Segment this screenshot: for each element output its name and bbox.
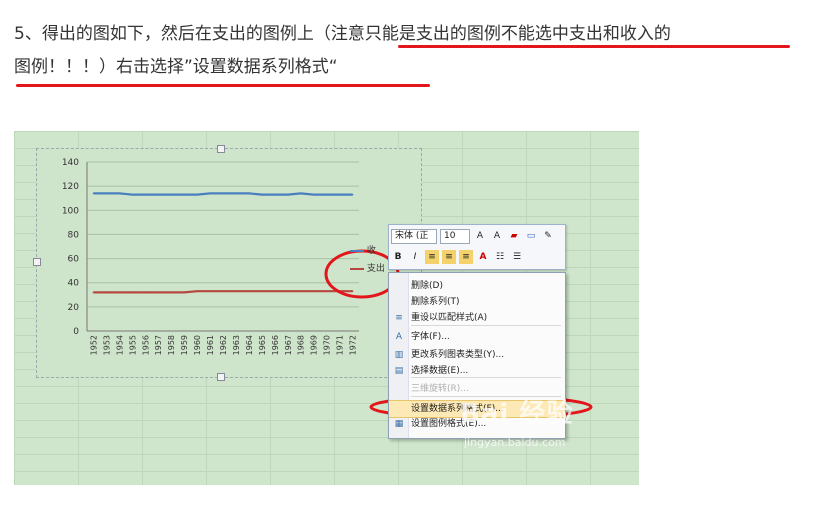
legend-label-income: 收 <box>366 246 376 256</box>
italic-button[interactable]: I <box>408 250 422 264</box>
watermark-brand: Bai 经验 <box>460 399 574 429</box>
excel-screenshot: 0 20 40 60 80 100 120 140 1952 1953 1954 1955 1956 19… <box>14 131 639 485</box>
red-underline-1 <box>398 45 790 48</box>
menu-item-icon: A <box>395 332 403 342</box>
legend-entry-expense[interactable]: 支出 <box>350 261 390 275</box>
menu-item-label: 删除(D) <box>411 281 443 291</box>
font-name-field[interactable]: 宋体 (正 <box>391 228 437 244</box>
menu-item-label: 重设以匹配样式(A) <box>411 313 488 323</box>
menu-item-label: 删除系列(T) <box>411 297 460 307</box>
menu-separator <box>411 325 561 326</box>
legend-label-expense: 支出 <box>366 264 385 274</box>
instruction-part3: 图例！！！） <box>14 57 116 77</box>
menu-separator <box>411 377 561 378</box>
instruction-part4: 右击选择”设置数据系列格式“ <box>116 57 338 77</box>
legend-entry-income[interactable]: 收 <box>350 243 390 257</box>
bold-button[interactable]: B <box>391 250 405 264</box>
context-menu-item[interactable]: ▥ 更改系列图表类型(Y)... <box>389 347 565 363</box>
red-underline-2 <box>16 84 430 87</box>
menu-item-label: 更改系列图表类型(Y)... <box>411 350 505 360</box>
indent-icon[interactable]: ☰ <box>510 250 524 264</box>
instruction-part1: 5、得出的图如下，然后在支出的图例上（ <box>14 24 331 44</box>
fill-color-icon[interactable]: ▰ <box>507 229 521 243</box>
align-left-icon[interactable]: ≡ <box>425 250 439 264</box>
mini-toolbar: 宋体 (正 10 A A ▰ ▭ ✎ B I ≡ ≡ ≡ A ☷ ☰ <box>388 224 566 270</box>
instruction-paragraph: 5、得出的图如下，然后在支出的图例上（注意只能是支出的图例不能选中支出和收入的 … <box>14 18 814 84</box>
menu-item-icon: ▥ <box>394 350 404 360</box>
format-painter-icon[interactable]: ✎ <box>541 229 555 243</box>
menu-item-label: 字体(F)... <box>411 332 450 342</box>
context-menu-item[interactable]: ≡ 重设以匹配样式(A) <box>389 310 565 326</box>
legend-swatch-income <box>350 249 364 252</box>
menu-item-icon: ▦ <box>394 419 404 429</box>
baidu-watermark-url: jingyan.baidu.com <box>464 436 566 449</box>
context-menu-item[interactable]: 删除(D) <box>389 278 565 294</box>
mini-toolbar-row1: 宋体 (正 10 A A ▰ ▭ ✎ <box>391 227 555 245</box>
legend-swatch-expense <box>350 267 364 270</box>
align-center-icon[interactable]: ≡ <box>442 250 456 264</box>
grow-font-button[interactable]: A <box>473 229 487 243</box>
baidu-watermark-logo: Bai 经验 <box>460 393 573 430</box>
bullets-icon[interactable]: ☷ <box>493 250 507 264</box>
context-menu-item[interactable]: A 字体(F)... <box>389 329 565 345</box>
font-color-icon[interactable]: A <box>476 250 490 264</box>
shrink-font-button[interactable]: A <box>490 229 504 243</box>
menu-item-icon: ▤ <box>394 366 404 376</box>
align-right-icon[interactable]: ≡ <box>459 250 473 264</box>
chart-legend[interactable]: 收 支出 <box>350 243 390 275</box>
menu-item-icon: ≡ <box>395 313 403 323</box>
font-size-field[interactable]: 10 <box>440 228 470 244</box>
context-menu-item[interactable]: 删除系列(T) <box>389 294 565 310</box>
instruction-highlight-1: 注意只能是支出的图例不能选中支出和收入的 <box>330 24 671 44</box>
line-color-icon[interactable]: ▭ <box>524 229 538 243</box>
mini-toolbar-row2: B I ≡ ≡ ≡ A ☷ ☰ <box>391 248 524 266</box>
